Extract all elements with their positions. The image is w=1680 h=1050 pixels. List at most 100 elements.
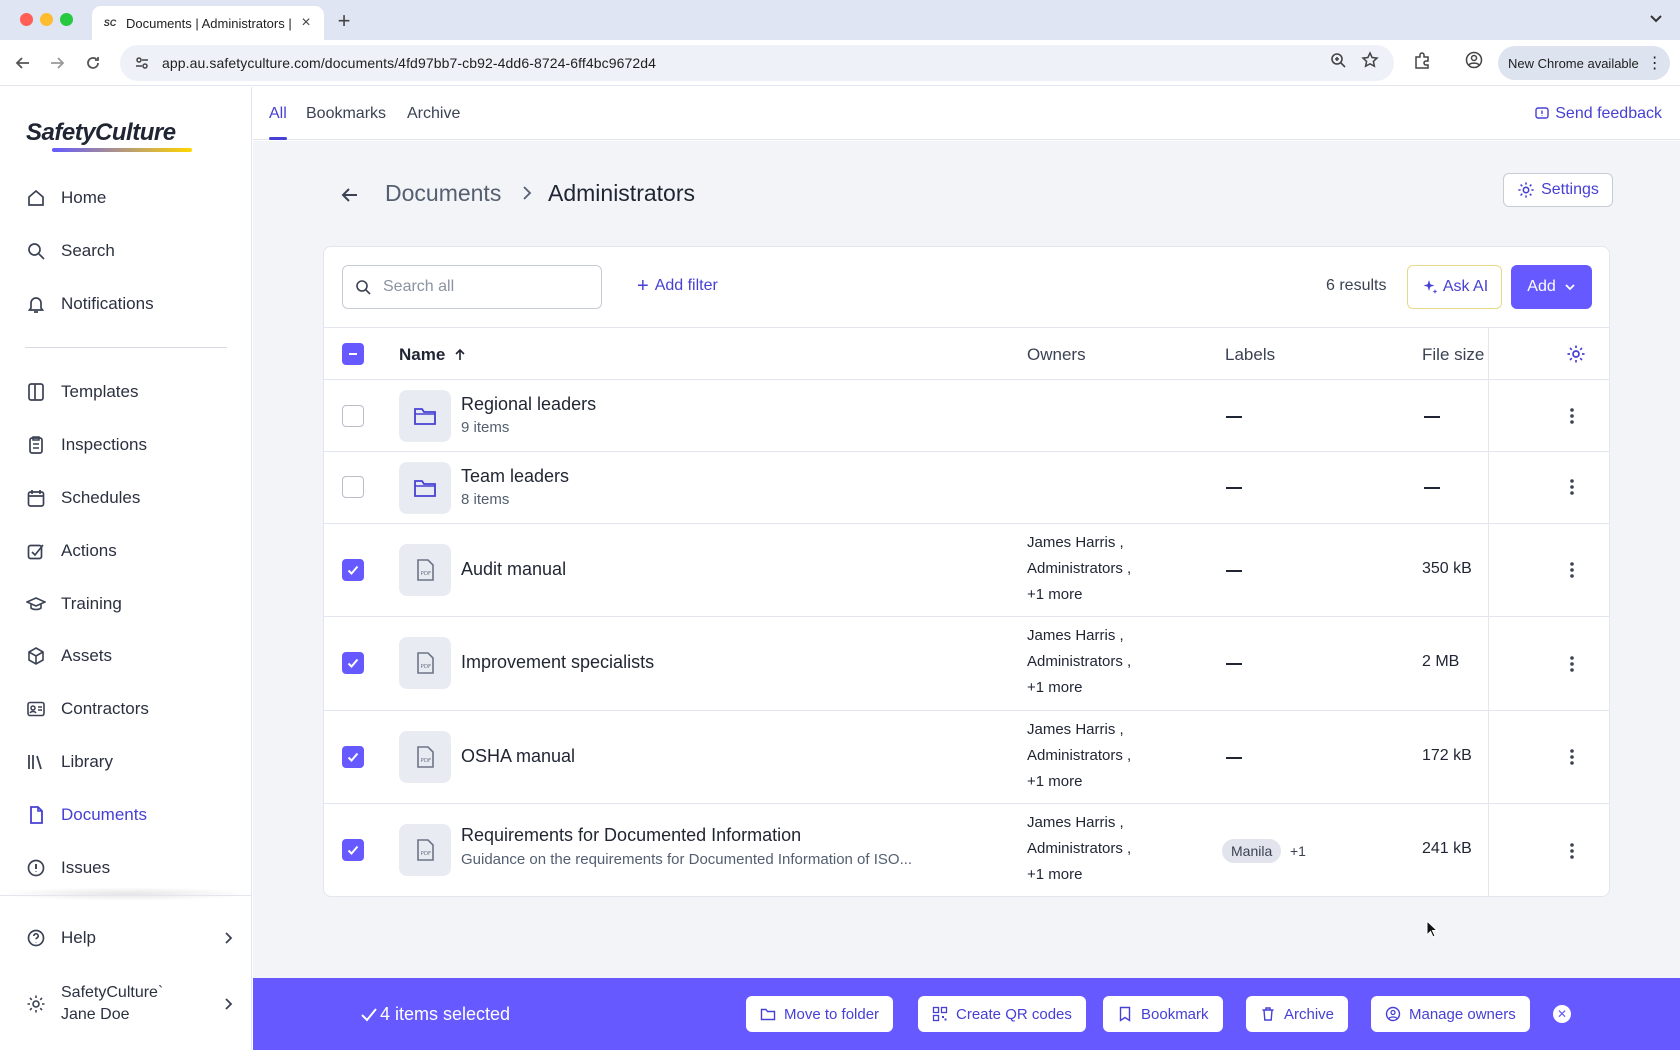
- table-row[interactable]: PDF Improvement specialists James Harris…: [324, 617, 1609, 711]
- close-tab-icon[interactable]: ×: [298, 14, 314, 32]
- sidebar-item-inspections[interactable]: Inspections: [0, 423, 252, 467]
- more-options-icon[interactable]: [1562, 560, 1582, 580]
- reload-icon[interactable]: [82, 52, 104, 74]
- manage-owners-button[interactable]: Manage owners: [1371, 996, 1530, 1032]
- close-window-button[interactable]: [20, 13, 33, 26]
- row-name[interactable]: Regional leaders: [461, 394, 596, 415]
- bookmark-star-icon[interactable]: [1360, 50, 1380, 70]
- add-filter-button[interactable]: + Add filter: [637, 276, 718, 296]
- tab-archive[interactable]: Archive: [407, 105, 460, 123]
- sidebar-item-search[interactable]: Search: [0, 229, 252, 273]
- row-checkbox[interactable]: [342, 652, 364, 674]
- tab-search-icon[interactable]: [1648, 10, 1664, 26]
- row-name[interactable]: Audit manual: [461, 559, 566, 580]
- maximize-window-button[interactable]: [60, 13, 73, 26]
- size-empty-dash: [1424, 487, 1440, 489]
- clear-selection-close-icon[interactable]: ✕: [1553, 1005, 1571, 1023]
- labels-empty-dash: [1226, 416, 1242, 418]
- add-filter-label: Add filter: [654, 277, 718, 294]
- site-info-icon[interactable]: [134, 55, 150, 71]
- tab-all[interactable]: All: [269, 105, 287, 123]
- more-menu-icon[interactable]: ⋮: [1647, 53, 1663, 73]
- sidebar-item-templates[interactable]: Templates: [0, 370, 252, 414]
- sidebar-user-menu[interactable]: SafetyCulture` Jane Doe: [25, 980, 235, 1028]
- row-name[interactable]: Team leaders: [461, 466, 569, 487]
- sidebar-item-training[interactable]: Training: [0, 582, 252, 626]
- sidebar-item-actions[interactable]: Actions: [0, 529, 252, 573]
- sidebar-divider: [25, 347, 227, 348]
- safetyculture-logo[interactable]: SafetyCulture: [26, 119, 176, 147]
- sort-ascending-icon: [455, 348, 465, 360]
- row-checkbox[interactable]: [342, 405, 364, 427]
- archive-button[interactable]: Archive: [1246, 996, 1349, 1032]
- labels-more[interactable]: +1: [1290, 843, 1306, 859]
- more-options-icon[interactable]: [1562, 747, 1582, 767]
- archive-label: Archive: [1284, 1005, 1335, 1023]
- sidebar-item-schedules[interactable]: Schedules: [0, 476, 252, 520]
- owners-more[interactable]: +1 more: [1027, 582, 1131, 608]
- new-tab-button[interactable]: +: [334, 8, 354, 34]
- sidebar-item-contractors[interactable]: Contractors: [0, 687, 252, 731]
- row-checkbox[interactable]: [342, 839, 364, 861]
- row-name[interactable]: Requirements for Documented Information: [461, 825, 801, 846]
- row-name[interactable]: OSHA manual: [461, 746, 575, 767]
- minimize-window-button[interactable]: [40, 13, 53, 26]
- row-owners[interactable]: James Harris , Administrators , +1 more: [1027, 623, 1131, 701]
- row-checkbox[interactable]: [342, 476, 364, 498]
- label-chip[interactable]: Manila: [1222, 839, 1282, 863]
- create-qr-codes-button[interactable]: Create QR codes: [918, 996, 1086, 1032]
- browser-tab[interactable]: SC Documents | Administrators | ×: [92, 6, 324, 40]
- move-to-folder-button[interactable]: Move to folder: [746, 996, 894, 1032]
- owners-more[interactable]: +1 more: [1027, 769, 1131, 795]
- extensions-icon[interactable]: [1412, 50, 1432, 70]
- more-options-icon[interactable]: [1562, 477, 1582, 497]
- add-button[interactable]: Add: [1511, 265, 1592, 309]
- sidebar-item-assets[interactable]: Assets: [0, 634, 252, 678]
- favicon-icon: SC: [103, 18, 117, 28]
- table-row[interactable]: PDF Audit manual James Harris , Administ…: [324, 524, 1609, 617]
- sidebar-item-notifications[interactable]: Notifications: [0, 282, 252, 326]
- back-icon[interactable]: [12, 52, 34, 74]
- row-owners[interactable]: James Harris , Administrators , +1 more: [1027, 530, 1131, 608]
- profile-icon[interactable]: [1464, 50, 1484, 70]
- sidebar-item-home[interactable]: Home: [0, 176, 252, 220]
- settings-button[interactable]: Settings: [1503, 173, 1613, 207]
- sidebar-item-documents[interactable]: Documents: [0, 793, 252, 837]
- table-row[interactable]: Team leaders 8 items: [324, 452, 1609, 524]
- breadcrumb-documents[interactable]: Documents: [385, 180, 501, 207]
- owners-more[interactable]: +1 more: [1027, 862, 1131, 888]
- address-bar[interactable]: app.au.safetyculture.com/documents/4fd97…: [120, 45, 1394, 81]
- table-row[interactable]: Regional leaders 9 items: [324, 380, 1609, 452]
- row-owners[interactable]: James Harris , Administrators , +1 more: [1027, 810, 1131, 888]
- table-row[interactable]: PDF Requirements for Documented Informat…: [324, 804, 1609, 896]
- sidebar-item-library[interactable]: Library: [0, 740, 252, 784]
- forward-icon[interactable]: [46, 52, 68, 74]
- sidebar-item-issues[interactable]: Issues: [0, 846, 252, 890]
- row-checkbox[interactable]: [342, 559, 364, 581]
- select-all-checkbox[interactable]: [342, 343, 364, 365]
- sidebar-item-label: Notifications: [61, 294, 154, 313]
- more-options-icon[interactable]: [1562, 406, 1582, 426]
- more-options-icon[interactable]: [1562, 841, 1582, 861]
- back-arrow-icon[interactable]: [338, 183, 362, 207]
- owners-more[interactable]: +1 more: [1027, 675, 1131, 701]
- send-feedback-link[interactable]: Send feedback: [1535, 105, 1662, 123]
- zoom-icon[interactable]: [1328, 50, 1348, 70]
- labels-empty-dash: [1226, 487, 1242, 489]
- table-row[interactable]: PDF OSHA manual James Harris , Administr…: [324, 711, 1609, 804]
- row-checkbox[interactable]: [342, 746, 364, 768]
- bookmark-button[interactable]: Bookmark: [1103, 996, 1223, 1032]
- manage-owners-label: Manage owners: [1409, 1005, 1516, 1023]
- row-file-size: 350 kB: [1422, 560, 1472, 577]
- row-name[interactable]: Improvement specialists: [461, 652, 654, 673]
- tab-bookmarks[interactable]: Bookmarks: [306, 105, 386, 123]
- column-settings-gear-icon[interactable]: [1566, 344, 1586, 364]
- new-chrome-available-button[interactable]: New Chrome available ⋮: [1498, 46, 1670, 80]
- search-input[interactable]: Search all: [342, 265, 602, 309]
- more-options-icon[interactable]: [1562, 654, 1582, 674]
- org-name: SafetyCulture`: [61, 984, 164, 1001]
- row-owners[interactable]: James Harris , Administrators , +1 more: [1027, 717, 1131, 795]
- ask-ai-button[interactable]: Ask AI: [1407, 265, 1502, 309]
- column-header-name[interactable]: Name: [399, 345, 467, 365]
- sidebar-item-help[interactable]: Help: [25, 924, 235, 952]
